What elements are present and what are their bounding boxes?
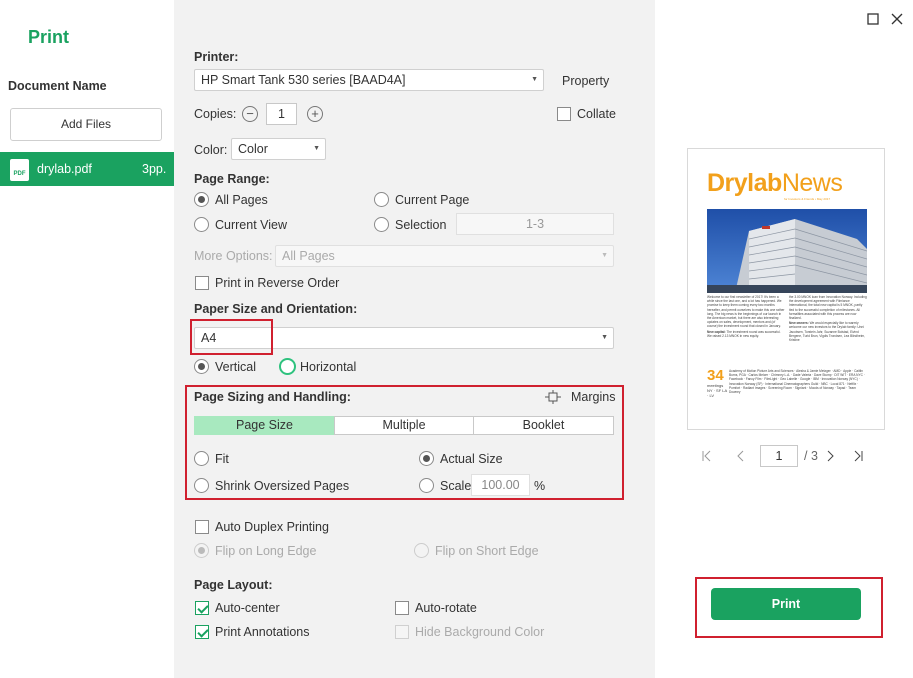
copies-label: Copies: <box>194 107 237 121</box>
page-total-label: / 3 <box>804 449 818 463</box>
all-pages-radio[interactable] <box>194 192 209 207</box>
property-button[interactable]: Property <box>562 74 609 88</box>
next-page-icon[interactable] <box>826 449 836 466</box>
tab-page-size[interactable]: Page Size <box>194 416 335 435</box>
chevron-down-icon: ▼ <box>601 334 608 341</box>
pdf-file-icon: PDF <box>10 159 29 181</box>
page-preview: DrylabNews for Investors & Friends • May… <box>687 148 885 430</box>
chevron-down-icon: ▼ <box>531 76 538 83</box>
vertical-orientation-radio[interactable] <box>194 359 209 374</box>
minus-icon: − <box>246 106 254 121</box>
more-options-value: All Pages <box>282 249 335 263</box>
newsletter-subtitle: for Investors & Friends • May 2017 <box>784 197 831 201</box>
flip-short-edge-radio[interactable] <box>414 543 429 558</box>
newsletter-big-number: 34 <box>707 367 724 384</box>
increment-copies-button[interactable]: + <box>307 106 323 122</box>
dialog-title: Print <box>28 27 70 47</box>
auto-rotate-label: Auto-rotate <box>415 601 477 615</box>
print-button[interactable]: Print <box>711 588 861 620</box>
printer-select[interactable]: HP Smart Tank 530 series [BAAD4A] ▼ <box>194 69 544 91</box>
plus-icon: + <box>311 106 319 121</box>
document-list-item[interactable]: PDF drylab.pdf 3pp. <box>0 152 174 186</box>
fit-label: Fit <box>215 452 229 466</box>
color-value: Color <box>238 142 268 156</box>
newsletter-column-left: Welcome to our first newsletter of 2017!… <box>707 295 785 338</box>
page-sizing-label: Page Sizing and Handling: <box>194 390 351 404</box>
more-options-select[interactable]: All Pages ▼ <box>275 245 614 267</box>
color-select[interactable]: Color ▼ <box>231 138 326 160</box>
auto-duplex-checkbox[interactable] <box>195 520 209 534</box>
selection-range-input[interactable]: 1-3 <box>456 213 614 235</box>
first-page-icon[interactable] <box>702 449 712 466</box>
collate-checkbox[interactable] <box>557 107 571 121</box>
add-files-button[interactable]: Add Files <box>10 108 162 141</box>
decrement-copies-button[interactable]: − <box>242 106 258 122</box>
horizontal-orientation-radio[interactable] <box>279 358 296 375</box>
vertical-orientation-label: Vertical <box>215 360 256 374</box>
print-annotations-checkbox[interactable] <box>195 625 209 639</box>
actual-size-radio[interactable] <box>419 451 434 466</box>
page-layout-label: Page Layout: <box>194 578 273 592</box>
auto-duplex-label: Auto Duplex Printing <box>215 520 329 534</box>
current-page-radio[interactable] <box>374 192 389 207</box>
actual-size-label: Actual Size <box>440 452 503 466</box>
auto-center-label: Auto-center <box>215 601 280 615</box>
newsletter-side-note: meetings NY · SF LA · LV <box>707 383 727 398</box>
all-pages-label: All Pages <box>215 193 268 207</box>
reverse-order-checkbox[interactable] <box>195 276 209 290</box>
tab-multiple[interactable]: Multiple <box>334 416 474 435</box>
collate-label: Collate <box>577 107 616 121</box>
reverse-order-label: Print in Reverse Order <box>215 276 340 290</box>
current-view-label: Current View <box>215 218 288 232</box>
document-page-count: 3pp. <box>142 162 167 176</box>
more-options-label: More Options: <box>194 249 273 263</box>
printer-label: Printer: <box>194 50 239 64</box>
paper-size-label: Paper Size and Orientation: <box>194 302 358 316</box>
scale-radio[interactable] <box>419 478 434 493</box>
chevron-down-icon: ▼ <box>313 145 320 152</box>
fit-radio[interactable] <box>194 451 209 466</box>
last-page-icon[interactable] <box>853 449 863 466</box>
current-view-radio[interactable] <box>194 217 209 232</box>
newsletter-brand: DrylabNews <box>707 169 843 197</box>
flip-long-edge-radio[interactable] <box>194 543 209 558</box>
scale-input[interactable]: 100.00 <box>471 474 530 496</box>
document-file-name: drylab.pdf <box>37 162 92 176</box>
tab-booklet[interactable]: Booklet <box>473 416 614 435</box>
page-number-input[interactable]: 1 <box>760 445 798 467</box>
close-icon[interactable] <box>890 12 904 26</box>
hide-background-label: Hide Background Color <box>415 625 545 639</box>
page-range-label: Page Range: <box>194 172 270 186</box>
building-photo <box>707 209 868 293</box>
scale-unit: % <box>534 479 546 493</box>
horizontal-orientation-label: Horizontal <box>300 360 357 374</box>
paper-size-highlight <box>190 319 273 355</box>
selection-label: Selection <box>395 218 447 232</box>
selection-radio[interactable] <box>374 217 389 232</box>
auto-rotate-checkbox[interactable] <box>395 601 409 615</box>
print-annotations-label: Print Annotations <box>215 625 310 639</box>
scale-label: Scale <box>440 479 472 493</box>
shrink-oversized-radio[interactable] <box>194 478 209 493</box>
flip-short-edge-label: Flip on Short Edge <box>435 544 539 558</box>
auto-center-checkbox[interactable] <box>195 601 209 615</box>
color-label: Color: <box>194 143 228 157</box>
hide-background-checkbox[interactable] <box>395 625 409 639</box>
margins-button[interactable]: Margins <box>571 390 615 404</box>
copies-input[interactable]: 1 <box>266 103 297 125</box>
printer-value: HP Smart Tank 530 series [BAAD4A] <box>201 73 406 87</box>
chevron-down-icon: ▼ <box>601 252 608 259</box>
maximize-icon[interactable] <box>866 12 880 26</box>
document-panel: Print Document Name Add Files PDF drylab… <box>0 0 174 678</box>
current-page-label: Current Page <box>395 193 470 207</box>
shrink-oversized-label: Shrink Oversized Pages <box>215 479 350 493</box>
previous-page-icon[interactable] <box>735 449 745 466</box>
flip-long-edge-label: Flip on Long Edge <box>215 544 317 558</box>
newsletter-list: Academy of Motion Picture Arts and Scien… <box>729 369 865 395</box>
margins-icon[interactable] <box>545 390 561 404</box>
newsletter-column-right: the 3.00 MNOK loan from Innovation Norwa… <box>789 295 867 343</box>
document-name-header: Document Name <box>8 79 107 93</box>
